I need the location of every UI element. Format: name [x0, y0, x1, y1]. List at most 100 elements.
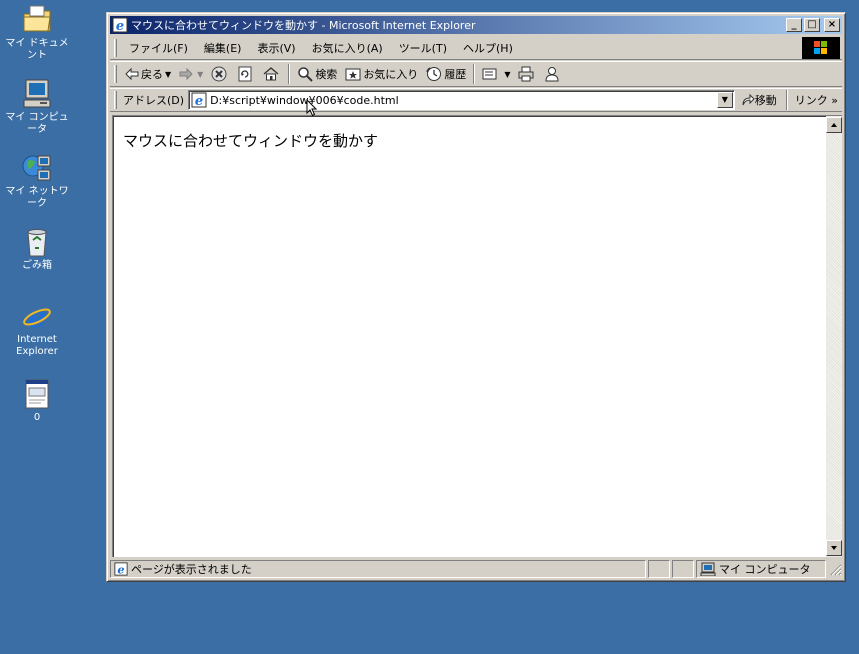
back-arrow-icon [125, 67, 139, 81]
desktop-icon-label: マイ コンピュータ [5, 112, 69, 135]
desktop-icon-label: ごみ箱 [22, 260, 52, 271]
back-button[interactable]: 戻る ▼ [121, 63, 175, 85]
arrow-down-icon [831, 546, 837, 550]
menu-view[interactable]: 表示(V) [249, 38, 303, 58]
go-button[interactable]: 移動 [735, 92, 783, 108]
address-label: アドレス(D) [123, 94, 185, 107]
ie-page-icon: e [112, 17, 128, 33]
toolbar-grip[interactable] [114, 65, 117, 83]
menubar-grip[interactable] [114, 38, 117, 57]
my-computer-icon [700, 562, 716, 576]
status-message: ページが表示されました [131, 563, 252, 576]
forward-button[interactable]: ▼ [175, 63, 207, 85]
ie-window: e マウスに合わせてウィンドウを動かす - Microsoft Internet… [106, 12, 846, 582]
windows-logo-icon [814, 41, 827, 54]
menu-bar: ファイル(F) 編集(E) 表示(V) お気に入り(A) ツール(T) ヘルプ(… [110, 36, 842, 60]
my-computer-icon [21, 78, 53, 110]
go-label: 移動 [754, 94, 777, 107]
minimize-icon: _ [791, 19, 797, 30]
print-button[interactable] [514, 63, 540, 85]
go-arrow-icon [742, 93, 755, 106]
back-label: 戻る [141, 68, 163, 81]
messenger-icon [545, 67, 559, 82]
refresh-icon [238, 66, 252, 82]
home-icon [263, 67, 279, 81]
search-label: 検索 [315, 68, 338, 81]
back-dropdown-icon[interactable]: ▼ [165, 70, 171, 79]
vertical-scrollbar[interactable] [826, 116, 842, 557]
page-viewport[interactable]: マウスに合わせてウィンドウを動かす [112, 115, 842, 557]
mail-icon [482, 68, 497, 80]
maximize-icon: □ [807, 19, 817, 30]
status-message-pane: e ページが表示されました [110, 560, 646, 578]
favorites-icon [345, 68, 361, 81]
svg-text:e: e [116, 19, 124, 33]
toolbar-separator [288, 64, 291, 84]
history-label: 履歴 [444, 68, 467, 81]
page-text: マウスに合わせてウィンドウを動かす [123, 132, 379, 150]
home-button[interactable] [259, 63, 285, 85]
status-pane-empty [672, 560, 694, 578]
scroll-down-button[interactable] [826, 540, 842, 556]
desktop-icon-html-file[interactable]: 0 [0, 378, 74, 424]
mail-button[interactable]: ▼ [478, 63, 514, 85]
internet-explorer-icon: e [21, 300, 53, 335]
address-value: D:¥script¥window¥006¥code.html [210, 93, 399, 107]
windows-logo-throbber [802, 37, 840, 59]
refresh-button[interactable] [233, 63, 259, 85]
stop-button[interactable] [207, 63, 233, 85]
status-pane-empty [648, 560, 670, 578]
desktop-icon-label: Internet Explorer [16, 334, 58, 357]
security-zone-pane: マイ コンピュータ [696, 560, 826, 578]
toolbar-separator [785, 90, 788, 110]
search-icon [298, 67, 314, 82]
menu-file[interactable]: ファイル(F) [121, 38, 196, 58]
desktop-icon-recycle-bin[interactable]: ごみ箱 [0, 226, 74, 272]
desktop-icon-label: 0 [33, 412, 41, 423]
standard-toolbar: 戻る ▼ ▼ 検索 お気に入り 履歴 ▼ [110, 61, 842, 87]
history-button[interactable]: 履歴 [422, 63, 470, 85]
ie-page-icon: e [114, 562, 128, 576]
forward-arrow-icon [179, 67, 193, 81]
forward-dropdown-icon[interactable]: ▼ [197, 70, 203, 79]
favorites-label: お気に入り [363, 68, 419, 81]
resize-grip-icon[interactable] [828, 562, 842, 576]
recycle-bin-icon [21, 226, 53, 258]
arrow-up-icon [831, 123, 837, 127]
status-bar: e ページが表示されました マイ コンピュータ [110, 559, 842, 579]
address-dropdown-button[interactable]: ▼ [716, 92, 733, 108]
history-icon [426, 67, 442, 81]
desktop-icon-my-computer[interactable]: マイ コンピュータ [0, 78, 74, 136]
svg-text:e: e [195, 94, 203, 108]
desktop-icon-my-network[interactable]: マイ ネットワーク [0, 152, 74, 210]
address-input[interactable]: e D:¥script¥window¥006¥code.html ▼ [188, 90, 735, 110]
title-bar[interactable]: e マウスに合わせてウィンドウを動かす - Microsoft Internet… [110, 16, 842, 34]
desktop-icon-label: マイ ネットワーク [5, 186, 69, 209]
menu-tools[interactable]: ツール(T) [391, 38, 455, 58]
search-button[interactable]: 検索 [293, 63, 341, 85]
addressbar-grip[interactable] [114, 91, 117, 109]
minimize-button[interactable]: _ [786, 18, 802, 32]
menu-favorites[interactable]: お気に入り(A) [304, 38, 391, 58]
menu-edit[interactable]: 編集(E) [196, 38, 250, 58]
scroll-up-button[interactable] [826, 117, 842, 133]
mouse-cursor-icon [306, 99, 318, 117]
toolbar-separator [473, 64, 476, 84]
mail-dropdown-icon[interactable]: ▼ [504, 70, 510, 79]
messenger-button[interactable] [540, 63, 566, 85]
address-bar: アドレス(D) e D:¥script¥window¥006¥code.html… [110, 88, 842, 112]
desktop-icon-internet-explorer[interactable]: e Internet Explorer [0, 300, 74, 358]
ie-page-icon: e [191, 92, 207, 108]
desktop-icon-my-documents[interactable]: マイ ドキュメント [0, 4, 74, 62]
menu-help[interactable]: ヘルプ(H) [455, 38, 521, 58]
desktop-icon-label: マイ ドキュメント [5, 38, 69, 61]
maximize-button[interactable]: □ [804, 18, 820, 32]
close-button[interactable]: × [824, 18, 840, 32]
favorites-button[interactable]: お気に入り [341, 63, 422, 85]
close-icon: × [827, 19, 837, 30]
links-button[interactable]: リンク » [791, 92, 842, 108]
stop-icon [211, 66, 227, 82]
security-zone-label: マイ コンピュータ [719, 563, 811, 576]
chevron-down-icon: ▼ [721, 95, 728, 104]
window-title: マウスに合わせてウィンドウを動かす - Microsoft Internet E… [131, 19, 476, 32]
